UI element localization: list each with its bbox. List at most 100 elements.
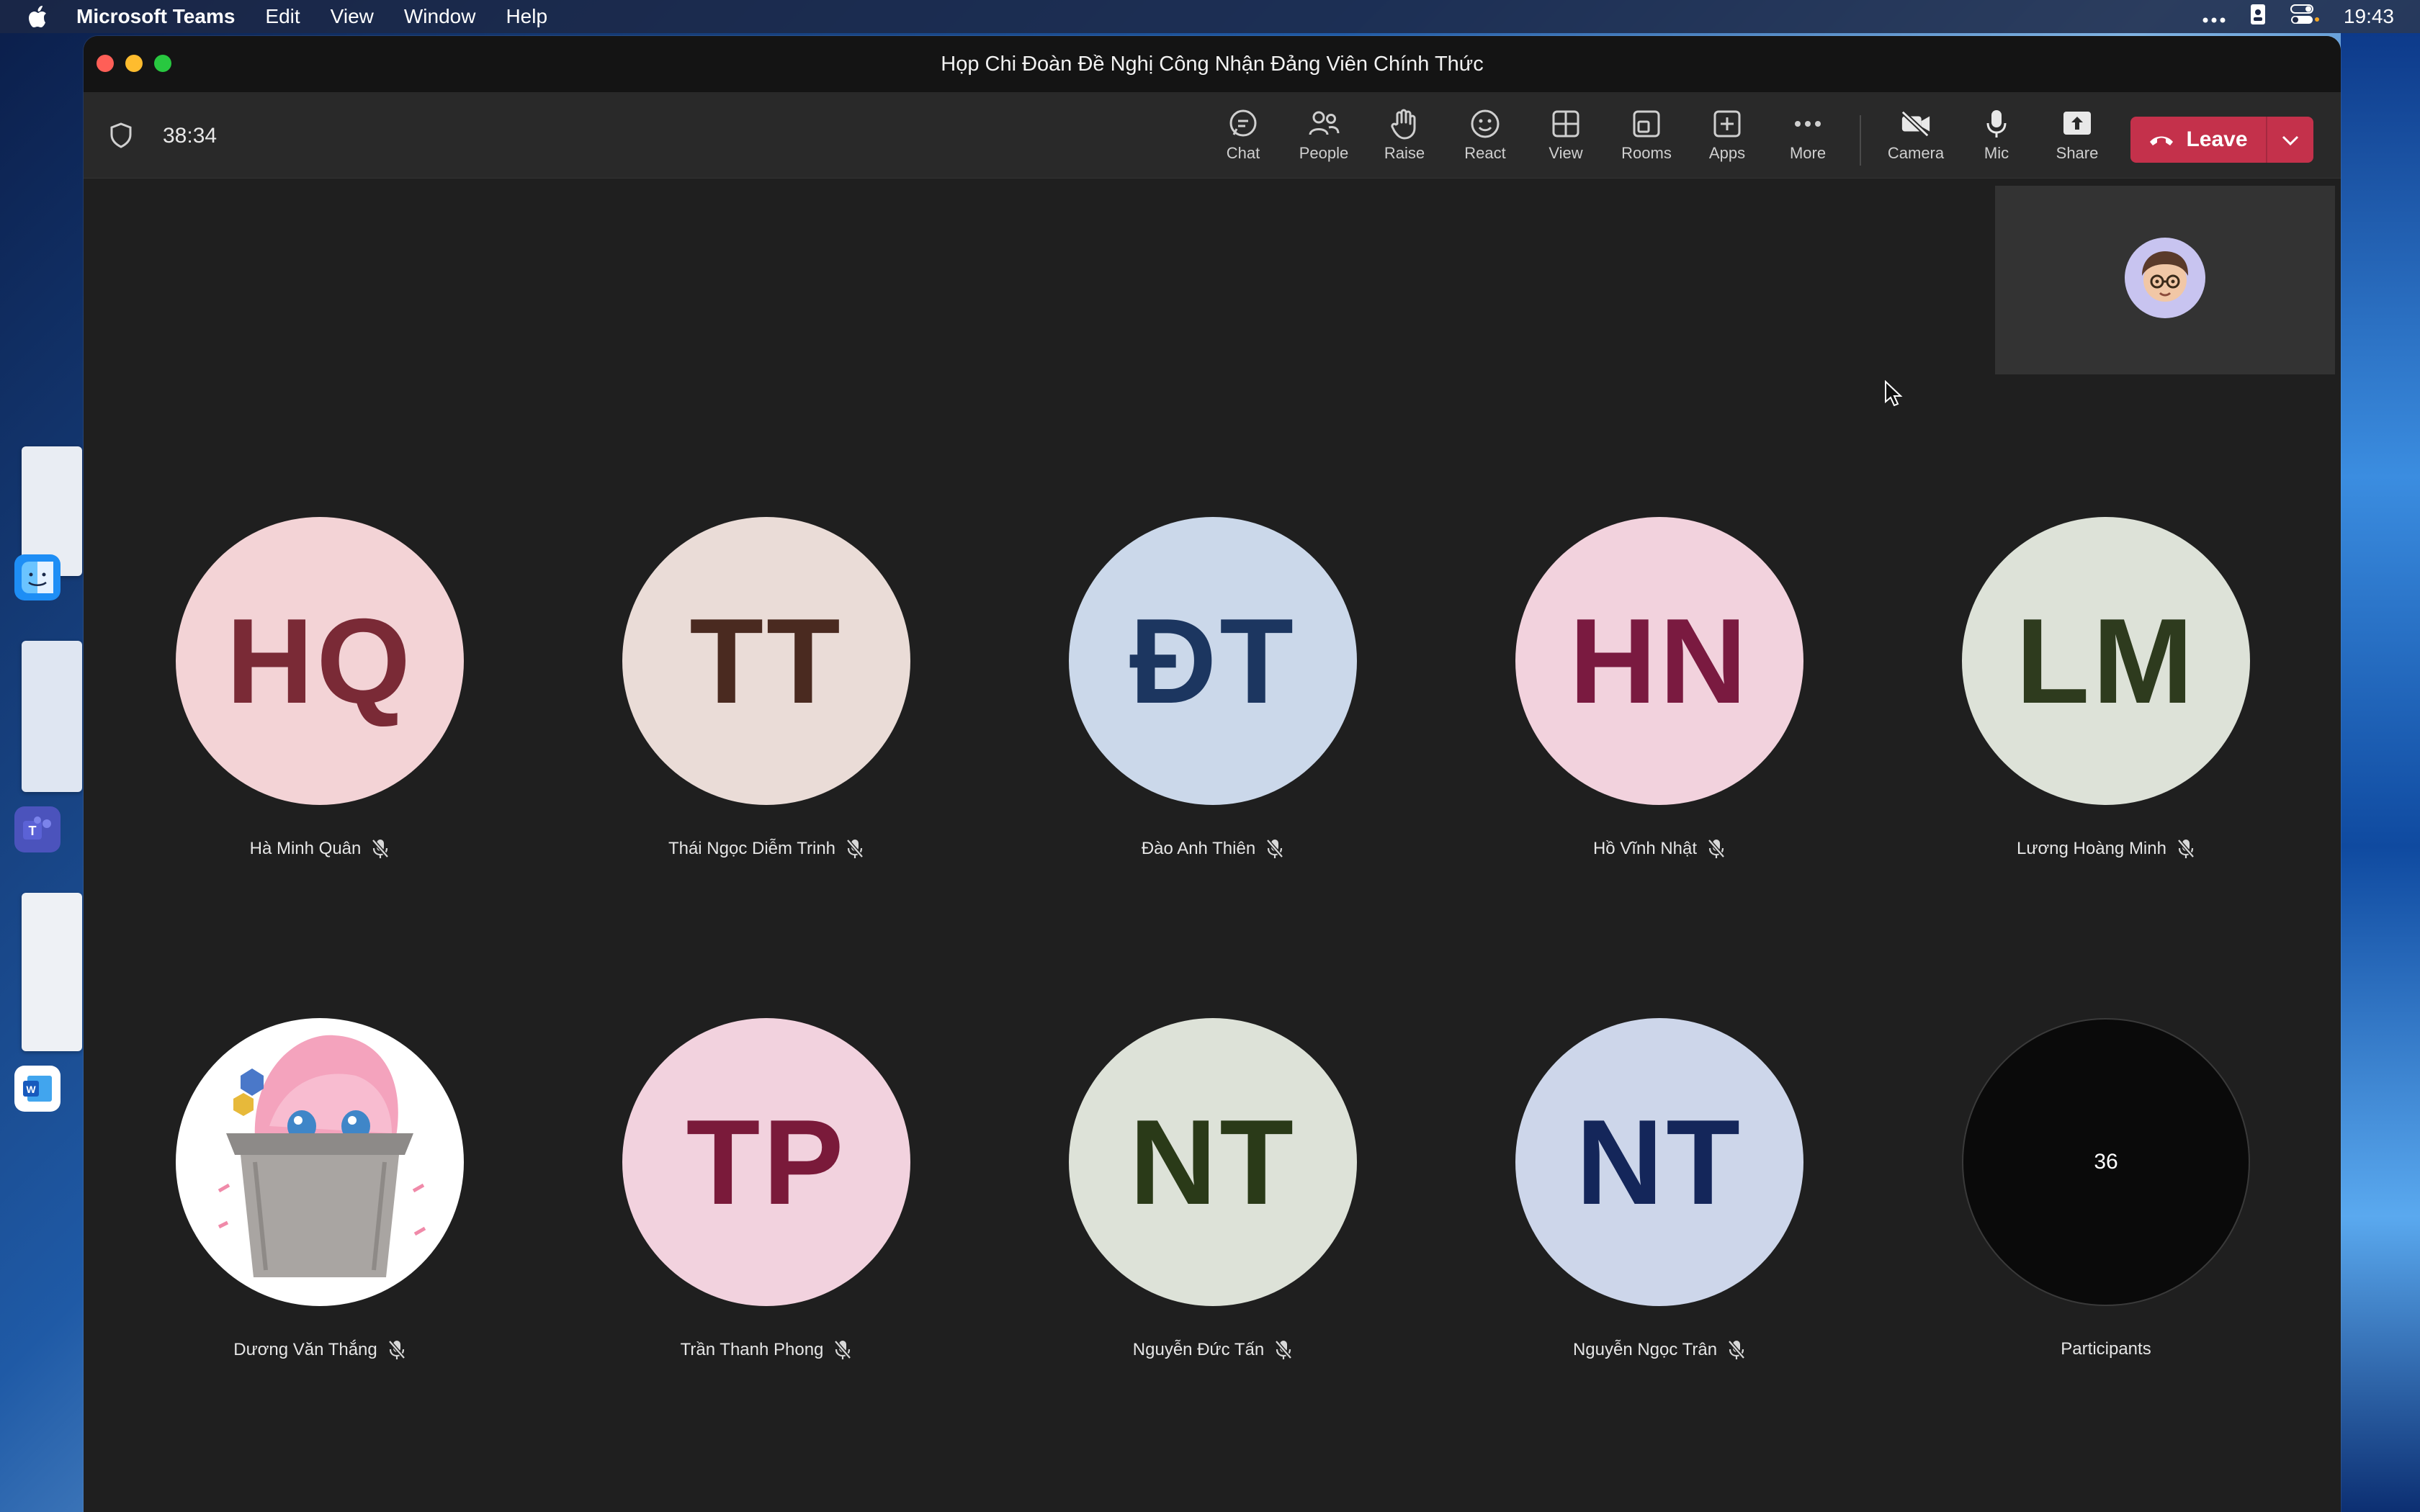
menu-clock[interactable]: 19:43 — [2344, 5, 2394, 28]
participant-name-row: Lương Hoàng Minh — [1890, 838, 2322, 860]
participant-name-row: Dương Văn Thắng — [104, 1339, 536, 1361]
camera-label: Camera — [1887, 144, 1945, 162]
mic-label: Mic — [1984, 144, 2009, 162]
close-window-button[interactable] — [97, 55, 114, 72]
more-label: More — [1789, 144, 1827, 162]
shield-icon[interactable] — [109, 122, 133, 148]
participant-name-row: Nguyễn Đức Tấn — [997, 1339, 1429, 1361]
participants-label: Participants — [2061, 1339, 2151, 1359]
dock: T W — [0, 432, 85, 1123]
grid-view-icon — [1550, 108, 1582, 140]
mic-button[interactable]: Mic — [1960, 108, 2033, 167]
people-label: People — [1299, 144, 1349, 162]
svg-text:T: T — [29, 824, 37, 838]
participant-avatar: TT — [622, 517, 910, 805]
participant-tile[interactable]: LM Lương Hoàng Minh — [1962, 517, 2250, 858]
leave-options-button[interactable] — [2267, 117, 2313, 163]
breakout-rooms-icon — [1631, 108, 1662, 140]
participant-name-row: Hồ Vĩnh Nhật — [1443, 838, 1876, 860]
mic-off-icon — [387, 1339, 406, 1361]
participant-tile[interactable]: HN Hồ Vĩnh Nhật — [1515, 517, 1803, 858]
participant-avatar: ĐT — [1069, 517, 1357, 805]
menu-window[interactable]: Window — [404, 5, 476, 28]
mic-off-icon — [833, 1339, 852, 1361]
menu-edit[interactable]: Edit — [265, 5, 300, 28]
participant-name: Lương Hoàng Minh — [2017, 839, 2166, 858]
window-thumbnail[interactable] — [22, 641, 82, 792]
participant-name-row: Đào Anh Thiên — [997, 838, 1429, 860]
teams-icon[interactable]: T — [14, 806, 60, 852]
desktop-wallpaper — [2341, 33, 2420, 1512]
share-label: Share — [2056, 144, 2099, 162]
menu-app-name[interactable]: Microsoft Teams — [76, 5, 235, 28]
self-avatar — [2125, 238, 2205, 318]
participant-name-row: Trần Thanh Phong — [550, 1339, 982, 1361]
menu-help[interactable]: Help — [506, 5, 547, 28]
participant-avatar: TP — [622, 1018, 910, 1306]
meeting-timer: 38:34 — [163, 124, 218, 148]
camera-off-icon — [1900, 108, 1932, 140]
participant-avatar: HQ — [176, 517, 464, 805]
participant-name: Hà Minh Quân — [249, 839, 362, 858]
participants-count-badge: 36 — [1962, 1018, 2250, 1306]
chat-icon — [1227, 108, 1259, 140]
mic-off-icon — [1274, 1339, 1293, 1361]
more-button[interactable]: More — [1772, 108, 1844, 167]
apps-button[interactable]: Apps — [1691, 108, 1763, 167]
meeting-toolbar: 38:34 Chat People Raise React View Rooms… — [84, 92, 2341, 179]
mic-off-icon — [1727, 1339, 1746, 1361]
rooms-label: Rooms — [1621, 144, 1672, 162]
rooms-button[interactable]: Rooms — [1610, 108, 1682, 167]
participants-count: 36 — [2094, 1150, 2118, 1174]
share-screen-icon — [2061, 108, 2093, 140]
participant-name: Dương Văn Thắng — [233, 1340, 377, 1359]
participant-tile[interactable]: TT Thái Ngọc Diễm Trinh — [622, 517, 910, 858]
menu-view[interactable]: View — [331, 5, 374, 28]
participant-tile[interactable]: NT Nguyễn Ngọc Trân — [1515, 1018, 1803, 1359]
participant-avatar: HN — [1515, 517, 1803, 805]
anime-trash-bin-image — [177, 1020, 462, 1305]
finder-icon[interactable] — [14, 554, 60, 600]
mic-off-icon — [1265, 838, 1284, 860]
view-button[interactable]: View — [1530, 108, 1602, 167]
participant-name: Trần Thanh Phong — [680, 1340, 824, 1359]
more-participants-tile[interactable]: 36 Participants — [1962, 1018, 2250, 1359]
leave-button[interactable]: Leave — [2130, 117, 2266, 163]
window-thumbnail[interactable] — [22, 893, 82, 1051]
react-button[interactable]: React — [1449, 108, 1521, 167]
share-button[interactable]: Share — [2041, 108, 2113, 167]
participant-tile[interactable]: NT Nguyễn Đức Tấn — [1069, 1018, 1357, 1359]
participant-tile[interactable]: TP Trần Thanh Phong — [622, 1018, 910, 1359]
control-center-icon[interactable] — [2290, 4, 2319, 30]
view-label: View — [1549, 144, 1583, 162]
chat-button[interactable]: Chat — [1207, 108, 1279, 167]
people-button[interactable]: People — [1288, 108, 1360, 167]
raise-hand-button[interactable]: Raise — [1368, 108, 1440, 167]
raise-label: Raise — [1384, 144, 1425, 162]
hand-icon — [1389, 108, 1420, 140]
participant-tile[interactable]: Dương Văn Thắng — [176, 1018, 464, 1359]
chevron-down-icon — [2281, 127, 2300, 152]
participant-tile[interactable]: ĐT Đào Anh Thiên — [1069, 517, 1357, 858]
macos-menu-bar: Microsoft Teams Edit View Window Help 19… — [0, 0, 2420, 33]
badge-icon[interactable] — [2250, 4, 2266, 30]
participant-name: Nguyễn Đức Tấn — [1132, 1340, 1265, 1359]
mouse-cursor-icon — [1884, 379, 1903, 411]
traffic-lights — [97, 55, 171, 72]
word-icon[interactable]: W — [14, 1066, 60, 1112]
smiley-icon — [1469, 108, 1501, 140]
menu-extras-icon[interactable] — [2202, 5, 2226, 28]
participant-tile[interactable]: HQ Hà Minh Quân — [176, 517, 464, 858]
add-app-icon — [1711, 108, 1743, 140]
phone-hangup-icon — [2148, 127, 2174, 152]
minimize-window-button[interactable] — [125, 55, 143, 72]
zoom-window-button[interactable] — [154, 55, 171, 72]
participant-avatar: NT — [1515, 1018, 1803, 1306]
camera-button[interactable]: Camera — [1880, 108, 1952, 167]
participant-name-row: Nguyễn Ngọc Trân — [1443, 1339, 1876, 1361]
self-view-tile[interactable] — [1995, 186, 2335, 374]
mic-off-icon — [2177, 838, 2195, 860]
apple-logo-icon[interactable] — [27, 4, 49, 29]
teams-window: Họp Chi Đoàn Đề Nghị Công Nhận Đảng Viên… — [84, 36, 2341, 1512]
leave-button-group: Leave — [2130, 117, 2313, 163]
